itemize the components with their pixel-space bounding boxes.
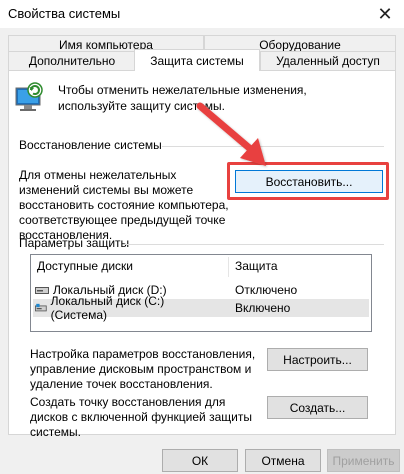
title-bar: Свойства системы ✕: [0, 0, 404, 28]
apply-button[interactable]: Применить: [327, 449, 400, 472]
tab-system-protection[interactable]: Защита системы: [134, 49, 260, 71]
protection-status: Отключено: [235, 283, 298, 297]
create-button-label: Создать...: [289, 400, 346, 415]
table-row[interactable]: Локальный диск (C:) (Система) Включено: [33, 294, 369, 322]
tab-advanced-label: Дополнительно: [28, 54, 116, 68]
ok-button[interactable]: ОК: [162, 449, 238, 472]
system-drive-icon: [35, 303, 47, 312]
tab-remote-label: Удаленный доступ: [276, 54, 380, 68]
protection-status: Включено: [235, 301, 291, 315]
protection-section-title: Параметры защиты: [19, 236, 130, 250]
create-description: Создать точку восстановления для дисков …: [30, 395, 252, 439]
tab-remote[interactable]: Удаленный доступ: [260, 51, 396, 71]
tab-system-protection-label: Защита системы: [150, 53, 244, 68]
system-properties-window: Свойства системы ✕ Имя компьютера Оборуд…: [0, 0, 404, 474]
protection-section-divider: [124, 244, 384, 245]
ok-button-label: ОК: [191, 453, 209, 468]
drive-cell: Локальный диск (C:) (Система): [35, 294, 195, 322]
apply-button-label: Применить: [332, 453, 395, 468]
configure-description: Настройка параметров восстановления, упр…: [30, 347, 256, 391]
configure-button[interactable]: Настроить...: [267, 348, 368, 371]
drives-table: Доступные диски Защита Локальный диск (D…: [30, 254, 372, 332]
column-header-protection[interactable]: Защита: [235, 259, 278, 273]
create-button[interactable]: Создать...: [267, 396, 368, 419]
cancel-button[interactable]: Отмена: [245, 449, 321, 472]
tab-advanced[interactable]: Дополнительно: [8, 51, 136, 71]
close-icon[interactable]: ✕: [370, 2, 400, 26]
column-header-drives[interactable]: Доступные диски: [37, 259, 133, 273]
configure-button-label: Настроить...: [283, 352, 352, 367]
arrow-annotation-icon: [196, 102, 266, 166]
restore-section-title: Восстановление системы: [19, 138, 162, 152]
drive-name: Локальный диск (C:) (Система): [50, 294, 165, 322]
column-divider: [228, 257, 229, 277]
tab-hardware-label: Оборудование: [259, 38, 341, 52]
system-protection-icon: [15, 82, 43, 111]
cancel-button-label: Отмена: [261, 453, 305, 468]
window-title: Свойства системы: [8, 6, 121, 21]
